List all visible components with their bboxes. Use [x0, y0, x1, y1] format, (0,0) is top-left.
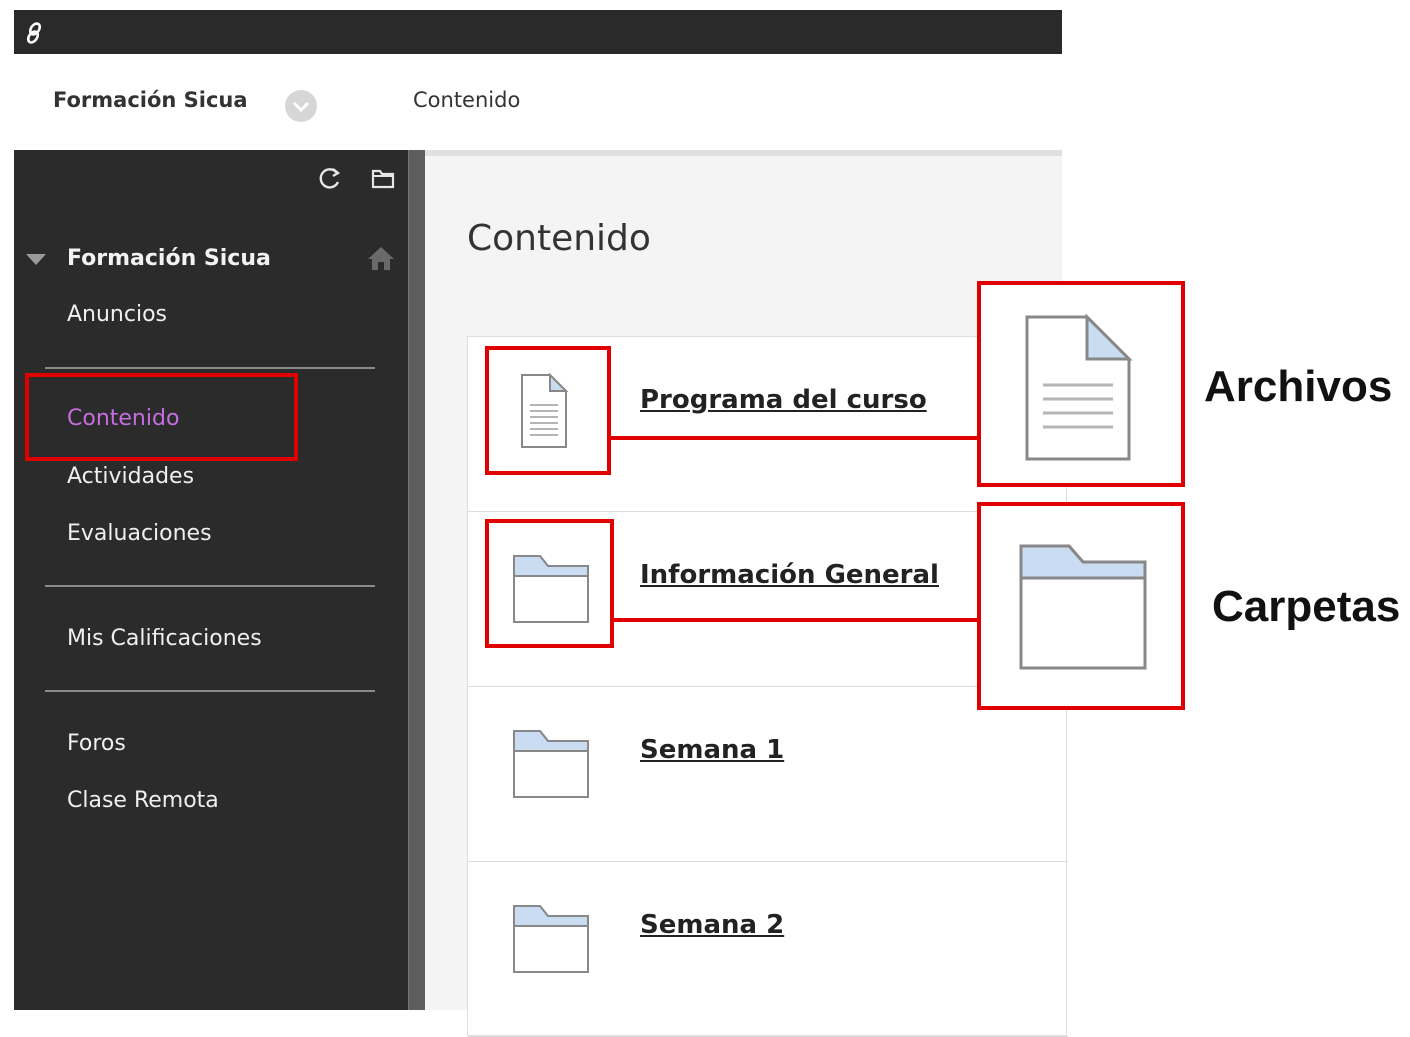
highlight-file-box: [485, 346, 611, 475]
callout-file-box: [977, 281, 1185, 487]
large-file-icon: [1025, 313, 1133, 461]
connector-line-folder: [614, 618, 979, 622]
sidebar-item-clase-remota[interactable]: Clase Remota: [67, 788, 219, 813]
folder-view-icon[interactable]: [369, 164, 397, 192]
large-folder-icon: [1019, 544, 1147, 670]
top-bar: [14, 10, 1062, 54]
sidebar-item-evaluaciones[interactable]: Evaluaciones: [67, 521, 212, 546]
home-icon[interactable]: [366, 244, 396, 272]
sidebar-item-foros[interactable]: Foros: [67, 731, 126, 756]
page-title: Contenido: [467, 218, 651, 259]
sidebar-divider: [45, 690, 375, 692]
connector-line-file: [611, 436, 979, 440]
content-item-title[interactable]: Información General: [640, 560, 939, 590]
sidebar-divider: [45, 585, 375, 587]
content-item-title[interactable]: Semana 2: [640, 910, 784, 940]
content-item-row[interactable]: Semana 2: [468, 862, 1068, 1037]
folder-icon[interactable]: [510, 896, 590, 976]
breadcrumb-page: Contenido: [413, 88, 521, 112]
callout-archivos-label: Archivos: [1204, 362, 1393, 411]
sidebar-item-anuncios[interactable]: Anuncios: [67, 302, 167, 327]
highlight-folder-box: [485, 519, 614, 648]
course-menu-chevron-icon[interactable]: [285, 90, 317, 122]
content-item-row[interactable]: Semana 1: [468, 687, 1068, 862]
sidebar-course-title[interactable]: Formación Sicua: [67, 246, 271, 271]
content-item-title[interactable]: Programa del curso: [640, 385, 927, 415]
refresh-icon[interactable]: [316, 164, 344, 192]
course-sidebar: Formación Sicua Anuncios Contenido Activ…: [14, 150, 408, 1010]
sidebar-divider: [45, 367, 375, 369]
folder-icon[interactable]: [510, 721, 590, 801]
breadcrumb: Formación Sicua Contenido: [14, 54, 1062, 150]
link-logo-icon[interactable]: [22, 20, 48, 46]
sidebar-scrollbar[interactable]: [408, 150, 425, 1010]
callout-folder-box: [977, 502, 1185, 710]
breadcrumb-course[interactable]: Formación Sicua: [53, 88, 248, 112]
highlight-contenido-box: [25, 373, 298, 461]
collapse-triangle-icon[interactable]: [26, 254, 46, 265]
callout-carpetas-label: Carpetas: [1212, 582, 1401, 631]
sidebar-item-mis-calificaciones[interactable]: Mis Calificaciones: [67, 626, 262, 651]
content-item-title[interactable]: Semana 1: [640, 735, 784, 765]
sidebar-item-actividades[interactable]: Actividades: [67, 464, 194, 489]
